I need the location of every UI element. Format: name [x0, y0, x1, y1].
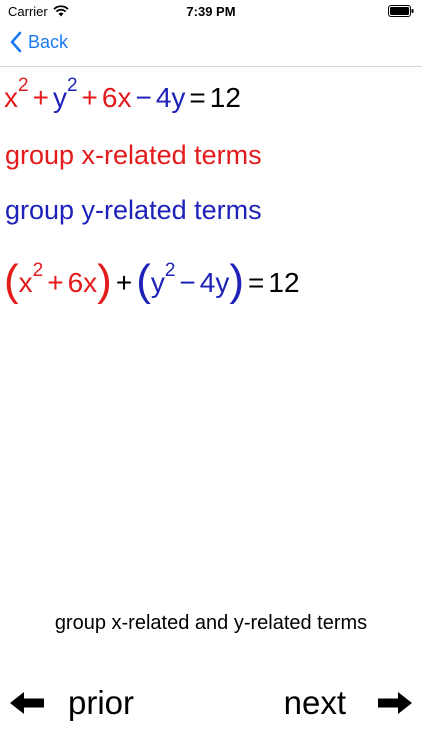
- prior-button[interactable]: prior: [10, 684, 134, 722]
- step-group-y: group y-related terms: [5, 195, 262, 225]
- four-y-term: 4y: [155, 82, 186, 113]
- plus-sign: +: [115, 267, 133, 298]
- rhs-value: 12: [209, 82, 241, 113]
- six-x-term: 6x: [67, 267, 98, 298]
- back-label: Back: [28, 31, 69, 52]
- y-term: y2: [52, 74, 78, 113]
- x-term: x2: [4, 74, 29, 113]
- step-group-x: group x-related terms: [5, 140, 262, 170]
- equals-sign: =: [189, 82, 206, 113]
- right-paren-y: ): [229, 256, 245, 305]
- arrow-right-icon: [378, 692, 412, 714]
- left-paren-y: (: [136, 256, 151, 305]
- original-equation: x2 + y2 +6x −4y = 12: [4, 74, 241, 113]
- chevron-left-icon: [10, 31, 22, 53]
- minus-sign: −: [135, 82, 152, 113]
- prior-label: prior: [68, 684, 135, 721]
- next-label: next: [283, 684, 346, 721]
- left-paren-x: (: [4, 256, 19, 305]
- grouped-equation: (x2 +6x) +(y2−4y) = 12: [4, 256, 300, 303]
- battery-icon: [388, 5, 414, 17]
- plus-sign: +: [47, 267, 64, 298]
- six-x-term: 6x: [101, 82, 132, 113]
- x-term: x2: [18, 259, 44, 298]
- equals-sign: =: [248, 267, 265, 298]
- next-button[interactable]: next: [284, 684, 412, 722]
- navigation-bar: Back: [0, 24, 422, 67]
- step-caption: group x-related and y-related terms: [54, 612, 368, 634]
- minus-sign: −: [179, 267, 196, 298]
- rhs-value: 12: [268, 267, 300, 298]
- status-bar: Carrier 7:39 PM: [0, 0, 422, 24]
- back-button[interactable]: Back: [10, 31, 68, 53]
- y-term: y2: [150, 259, 176, 298]
- plus-sign: +: [81, 82, 98, 113]
- arrow-left-icon: [10, 692, 44, 714]
- right-paren-x: ): [97, 256, 112, 305]
- four-y-term: 4y: [199, 267, 230, 298]
- plus-sign: +: [32, 82, 49, 113]
- status-time: 7:39 PM: [186, 4, 236, 19]
